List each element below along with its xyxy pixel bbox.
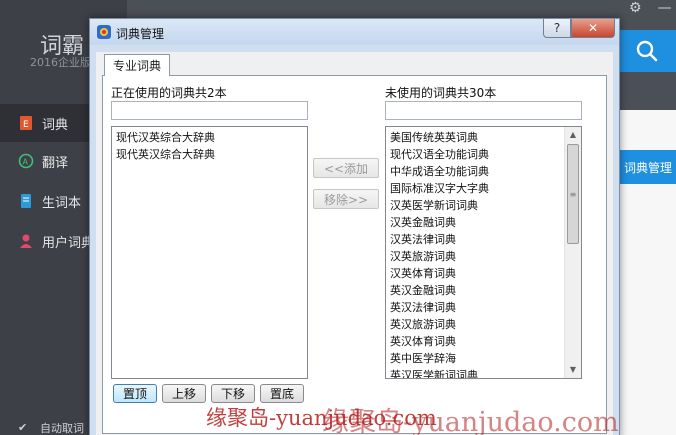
close-button[interactable]: ✕	[571, 19, 615, 38]
dialog-titlebar[interactable]: 词典管理 ? ✕	[90, 19, 619, 45]
unused-list-item[interactable]: 中华成语全功能词典	[386, 163, 581, 180]
unused-list-item[interactable]: 英汉金融词典	[386, 282, 581, 299]
add-button[interactable]: <<添加	[313, 158, 379, 178]
unused-list-item[interactable]: 汉英金融词典	[386, 214, 581, 231]
unused-search-input[interactable]	[385, 101, 582, 120]
nav-label-dictionary: 词典	[42, 117, 69, 133]
check-icon: ✔	[18, 421, 28, 434]
translate-icon: A	[18, 153, 34, 169]
in-use-label: 正在使用的词典共2本	[111, 86, 227, 100]
scroll-up-icon[interactable]: ▲	[565, 127, 581, 143]
unused-list-item[interactable]: 汉英体育词典	[386, 265, 581, 282]
unused-label: 未使用的词典共30本	[385, 86, 497, 100]
wordbook-icon	[21, 194, 31, 208]
nav-label-translate: 翻译	[42, 155, 69, 171]
tab-professional-dictionary[interactable]: 专业词典	[104, 54, 171, 76]
unused-list-item[interactable]: 英汉旅游词典	[386, 316, 581, 333]
svg-text:A: A	[23, 158, 29, 167]
dialog-title: 词典管理	[116, 27, 165, 41]
search-icon	[636, 40, 658, 62]
help-button[interactable]: ?	[543, 19, 571, 38]
move-up-button[interactable]: 上移	[162, 384, 206, 403]
unused-list[interactable]: 美国传统英英词典 现代汉语全功能词典 中华成语全功能词典 国际标准汉字大字典 汉英医学新…	[385, 126, 582, 379]
user-icon	[20, 234, 32, 248]
auto-lookup-toggle[interactable]: ✔ 自动取词	[18, 420, 84, 435]
dictionary-manage-tab[interactable]: 词典管理	[616, 150, 676, 184]
watermark-text-overlay: 缘聚岛-yuanjudao.com	[322, 407, 619, 435]
in-use-search-input[interactable]	[111, 101, 308, 120]
unused-list-item[interactable]: 汉英医学新词词典	[386, 197, 581, 214]
unused-list-item[interactable]: 汉英法律词典	[386, 231, 581, 248]
in-use-list-item[interactable]: 现代英汉综合大辞典	[112, 146, 307, 163]
nav-label-wordbook: 生词本	[42, 195, 82, 211]
scroll-thumb[interactable]: ≡	[567, 144, 579, 244]
app-edition: 2016企业版	[30, 56, 91, 69]
dictionary-manager-dialog: 词典管理 ? ✕ 专业词典 正在使用的词典共2本 现代汉英综合大辞典 现代英汉综合…	[89, 18, 620, 435]
auto-lookup-label: 自动取词	[40, 422, 84, 435]
vertical-scrollbar[interactable]: ▲ ≡ ▼	[564, 127, 581, 378]
move-bottom-button[interactable]: 置底	[260, 384, 304, 403]
unused-list-item[interactable]: 英汉体育词典	[386, 333, 581, 350]
minimize-icon[interactable]: —	[658, 0, 672, 18]
unused-list-item[interactable]: 汉英旅游词典	[386, 248, 581, 265]
dictionary-icon: E	[20, 116, 32, 130]
unused-list-item[interactable]: 国际标准汉字大字典	[386, 180, 581, 197]
in-use-list-item[interactable]: 现代汉英综合大辞典	[112, 129, 307, 146]
move-down-button[interactable]: 下移	[211, 384, 255, 403]
remove-button[interactable]: 移除>>	[313, 189, 379, 209]
window-controls: ⚙ —	[625, 0, 676, 18]
gear-icon[interactable]: ⚙	[629, 0, 642, 18]
search-button[interactable]	[618, 30, 676, 72]
nav-label-user-dictionary: 用户词典	[42, 235, 95, 251]
unused-list-item[interactable]: 现代汉语全功能词典	[386, 146, 581, 163]
unused-list-item[interactable]: 美国传统英英词典	[386, 129, 581, 146]
scroll-down-icon[interactable]: ▼	[565, 362, 581, 378]
move-top-button[interactable]: 置顶	[113, 384, 157, 403]
unused-list-item[interactable]: 英汉法律词典	[386, 299, 581, 316]
tab-panel: 正在使用的词典共2本 现代汉英综合大辞典 现代英汉综合大辞典 <<添加 移除>> …	[102, 75, 607, 434]
in-use-list[interactable]: 现代汉英综合大辞典 现代英汉综合大辞典	[111, 126, 308, 379]
unused-list-item[interactable]: 英中医学辞海	[386, 350, 581, 367]
dialog-body: 专业词典 正在使用的词典共2本 现代汉英综合大辞典 现代英汉综合大辞典 <<添加 …	[96, 52, 613, 435]
svg-text:E: E	[23, 120, 29, 130]
app-icon	[97, 25, 111, 39]
unused-list-item[interactable]: 英汉医学新词词典	[386, 367, 581, 378]
